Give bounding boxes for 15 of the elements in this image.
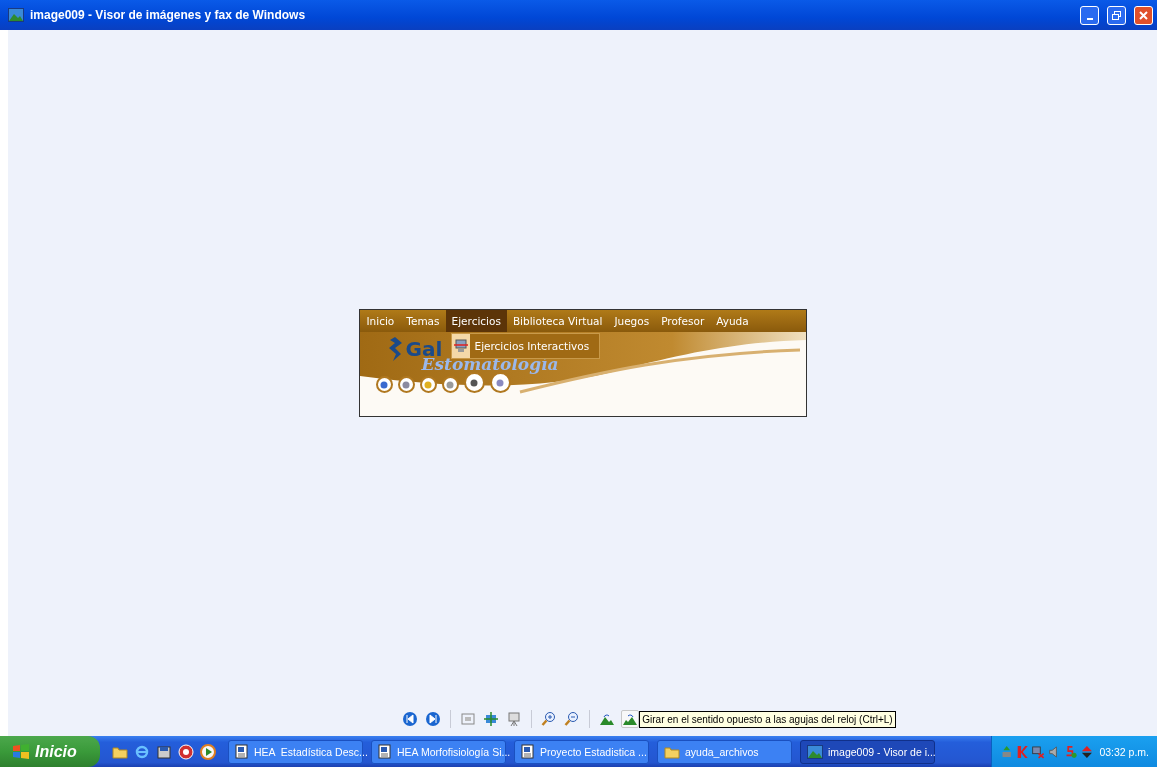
clock: 03:32 p.m. bbox=[1099, 745, 1149, 758]
menu-item[interactable]: Inicio bbox=[360, 310, 401, 332]
start-button[interactable]: Inicio bbox=[0, 736, 100, 767]
tooltip: Girar en el sentido opuesto a las agujas del reloj (Ctrl+L) bbox=[639, 710, 896, 728]
taskbar-button[interactable]: image009 - Visor de i... bbox=[800, 739, 935, 764]
taskbar-button[interactable]: ayuda_archivos bbox=[657, 739, 792, 764]
menu-item[interactable]: Ayuda bbox=[710, 310, 755, 332]
menu-item[interactable]: Juegos bbox=[608, 310, 656, 332]
dropdown-item[interactable]: Ejercicios Interactivos bbox=[451, 334, 600, 358]
menu-item[interactable]: Profesor bbox=[655, 310, 711, 332]
menu-item[interactable]: Biblioteca Virtual bbox=[506, 310, 609, 332]
window-title: image009 - Visor de imágenes y fax de Windows bbox=[30, 8, 307, 22]
menu-item[interactable]: Ejercicios bbox=[445, 310, 507, 332]
taskbar-button[interactable]: Proyecto Estadistica ... bbox=[514, 739, 649, 764]
menu-item[interactable]: Temas bbox=[400, 310, 446, 332]
